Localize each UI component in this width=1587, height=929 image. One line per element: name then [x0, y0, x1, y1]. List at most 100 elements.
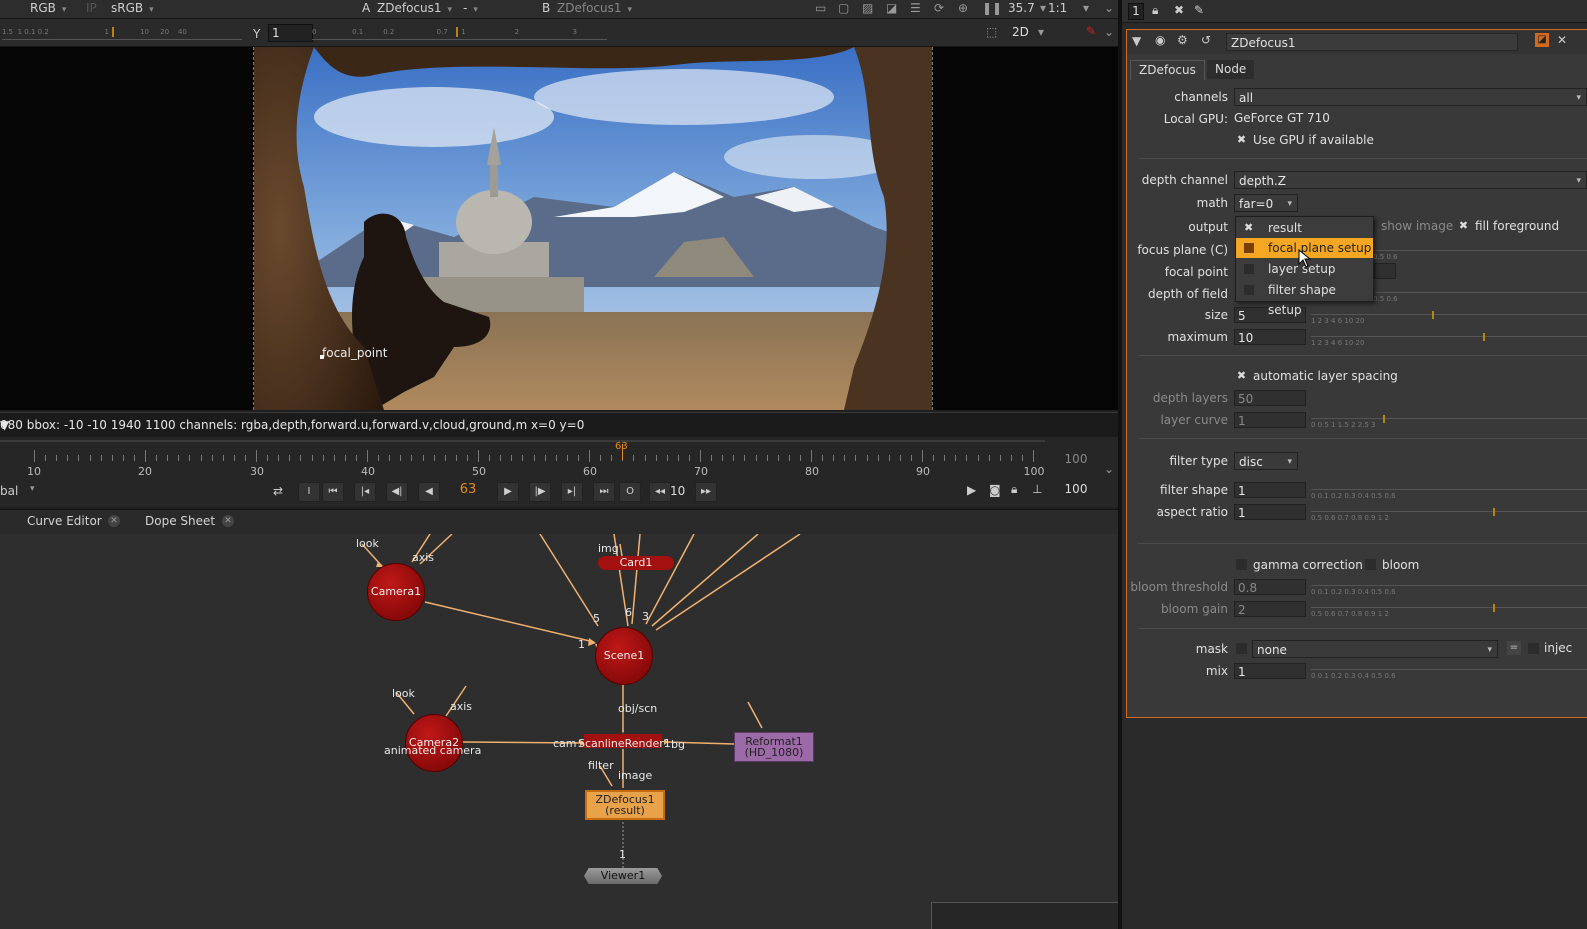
play-backward-button[interactable]: ◀ — [418, 482, 440, 502]
filter-shape-slider[interactable]: 0 0.1 0.2 0.3 0.4 0.5 0.6 — [1311, 489, 1587, 502]
end-frame-field[interactable]: 100 — [1056, 482, 1096, 496]
node-name-field[interactable]: ZDefocus1 — [1226, 33, 1518, 51]
graph-navigator[interactable] — [931, 902, 1118, 929]
checker-icon[interactable]: ▨ — [862, 1, 873, 15]
tab-zdefocus[interactable]: ZDefocus — [1130, 60, 1205, 80]
node-zdefocus1[interactable]: ZDefocus1 (result) — [585, 790, 665, 820]
out-point-button[interactable]: O — [619, 482, 641, 502]
mask-checkbox[interactable] — [1236, 643, 1247, 654]
bloom-checkbox[interactable] — [1365, 559, 1376, 570]
pause-icon[interactable]: ❚❚ — [982, 1, 1002, 15]
node-graph[interactable]: Camera1 Scene1 Card1 Camera2 animated ca… — [0, 534, 1118, 929]
mask-select[interactable]: none — [1252, 640, 1498, 659]
skip-back-button[interactable]: ◂◂ — [649, 482, 671, 502]
node-reformat1[interactable]: Reformat1 (HD_1080) — [734, 732, 814, 762]
mix-field[interactable]: 1 — [1234, 663, 1306, 679]
output-menu-item-filter-shape-setup[interactable]: filter shape setup — [1236, 280, 1373, 317]
gain-slider[interactable]: 1.5 1 0.1 0.2 1 10 20 40 — [2, 25, 242, 40]
last-frame-button[interactable]: ⏭ — [593, 482, 615, 502]
gamma-slider[interactable]: 0 0.1 0.2 0.7 1 2 3 — [312, 25, 607, 40]
float-panel-icon[interactable]: ◪ — [1535, 33, 1549, 47]
node-card1[interactable]: Card1 — [598, 556, 674, 570]
region-icon[interactable]: ⬚ — [986, 25, 997, 39]
focus-plane-slider[interactable]: 0 0.1 0.2 0.3 0.4 0.5 0.6 — [1313, 250, 1587, 263]
tab-node[interactable]: Node — [1207, 60, 1255, 79]
filter-shape-field[interactable]: 1 — [1234, 482, 1306, 498]
node-color-icon[interactable]: ⚙ — [1177, 33, 1188, 47]
view-mode-select[interactable]: 2D — [1012, 25, 1029, 39]
aspect-ratio-field[interactable]: 1 — [1234, 504, 1306, 520]
close-panel-icon[interactable]: ✕ — [1557, 33, 1567, 47]
more-chevron-icon[interactable]: ⌄ — [1104, 1, 1114, 15]
focal-point-picker[interactable] — [1374, 263, 1396, 279]
timeline-chevron-icon[interactable]: ⌄ — [1104, 462, 1114, 476]
input-b-select[interactable]: ZDefocus1 — [557, 1, 632, 15]
colorspace-select[interactable]: sRGB — [111, 1, 154, 15]
node-camera1[interactable]: Camera1 — [367, 563, 425, 621]
skip-forward-button[interactable]: ▸▸ — [695, 482, 717, 502]
current-frame-field[interactable]: 63 — [452, 482, 484, 497]
tab-curve-editor[interactable]: Curve Editor — [27, 514, 102, 528]
viewer-icon[interactable]: ◉ — [1155, 33, 1165, 47]
clear-panels-icon[interactable]: ✖ — [1174, 3, 1184, 17]
node-viewer1[interactable]: Viewer1 — [584, 868, 662, 884]
close-icon[interactable]: ✕ — [222, 515, 234, 527]
loop-icon[interactable]: ⇄ — [273, 484, 283, 498]
layer-curve-slider[interactable]: 0 0.5 1 1.5 2 2.5 3 — [1311, 415, 1587, 431]
tab-dope-sheet[interactable]: Dope Sheet — [145, 514, 215, 528]
bloom-threshold-field[interactable]: 0.8 — [1234, 579, 1306, 595]
play-forward-button[interactable]: ▶ — [497, 482, 519, 502]
channels-select[interactable]: all — [1234, 88, 1587, 107]
zoom-level[interactable]: 35.7 — [1008, 1, 1035, 15]
y-field[interactable]: 1 — [268, 24, 313, 42]
filter-type-select[interactable]: disc — [1234, 452, 1298, 471]
maximum-slider[interactable]: 1 2 3 4 6 10 20 — [1311, 333, 1587, 349]
zoom-dropdown-icon[interactable]: ▾ — [1040, 1, 1046, 15]
view-mode-dropdown-icon[interactable]: ▾ — [1038, 25, 1044, 39]
gamma-correction-checkbox[interactable] — [1236, 559, 1247, 570]
revert-icon[interactable]: ↺ — [1201, 33, 1211, 47]
fill-foreground-checkbox[interactable]: ✖ — [1458, 220, 1469, 231]
inject-checkbox[interactable] — [1528, 643, 1539, 654]
prev-frame-button[interactable]: ◀| — [386, 482, 408, 502]
node-camera2[interactable]: Camera2 — [405, 714, 463, 772]
compare-op-select[interactable]: - — [463, 1, 525, 15]
collapse-icon[interactable]: ▼ — [1132, 34, 1141, 48]
ratio-dropdown-icon[interactable]: ▾ — [1083, 1, 1089, 15]
roi-icon[interactable]: ▭ — [815, 1, 826, 15]
range-end-field[interactable]: 100 — [1056, 452, 1096, 466]
depth-of-field-slider[interactable]: 0 0.1 0.2 0.3 0.4 0.5 0.6 — [1313, 292, 1587, 305]
depth-layers-field[interactable]: 50 — [1234, 390, 1306, 406]
channels-select[interactable]: RGB — [30, 1, 66, 15]
use-gpu-checkbox[interactable]: ✖ — [1236, 134, 1247, 145]
frame-icon[interactable]: ▢ — [838, 1, 849, 15]
mix-slider[interactable]: 0 0.1 0.2 0.3 0.4 0.5 0.6 — [1311, 669, 1587, 682]
next-key-button[interactable]: ▸| — [561, 482, 583, 502]
math-select[interactable]: far=0 — [1234, 194, 1298, 213]
input-a-select[interactable]: ZDefocus1 — [377, 1, 452, 15]
bloom-gain-field[interactable]: 2 — [1234, 601, 1306, 617]
node-scene1[interactable]: Scene1 — [595, 627, 653, 685]
frame-range-dropdown-icon[interactable]: ▾ — [30, 484, 35, 494]
more-chevron-icon[interactable]: ⌄ — [1104, 25, 1114, 39]
wipe-icon[interactable]: ◪ — [886, 1, 897, 15]
bloom-gain-slider[interactable]: 0.5 0.6 0.7 0.8 0.9 1 2 — [1311, 604, 1587, 620]
info-dropdown-icon[interactable]: ▼ — [0, 418, 1110, 432]
ip-button[interactable]: IP — [86, 1, 97, 15]
layer-curve-field[interactable]: 1 — [1234, 412, 1306, 428]
max-panels-field[interactable]: 1 — [1128, 3, 1144, 20]
prev-key-button[interactable]: |◂ — [354, 482, 376, 502]
lock-icon[interactable]: 🔒︎ — [1011, 482, 1017, 497]
mask-link-icon[interactable]: = — [1507, 641, 1521, 655]
record-icon[interactable]: ◙ — [989, 483, 1001, 497]
bloom-threshold-slider[interactable]: 0 0.1 0.2 0.3 0.4 0.5 0.6 — [1311, 585, 1587, 598]
aspect-ratio-slider[interactable]: 0.5 0.6 0.7 0.8 0.9 1 2 — [1311, 508, 1587, 524]
edit-icon[interactable]: ✎ — [1194, 3, 1204, 17]
pixel-ratio[interactable]: 1:1 — [1048, 1, 1067, 15]
in-point-button[interactable]: I — [298, 482, 320, 502]
range-icon[interactable]: ⊥ — [1032, 482, 1042, 496]
maximum-field[interactable]: 10 — [1234, 329, 1306, 345]
layers-icon[interactable]: ☰ — [910, 1, 921, 15]
output-menu-item-result[interactable]: ✖ result — [1236, 218, 1373, 238]
close-icon[interactable]: ✕ — [108, 515, 120, 527]
